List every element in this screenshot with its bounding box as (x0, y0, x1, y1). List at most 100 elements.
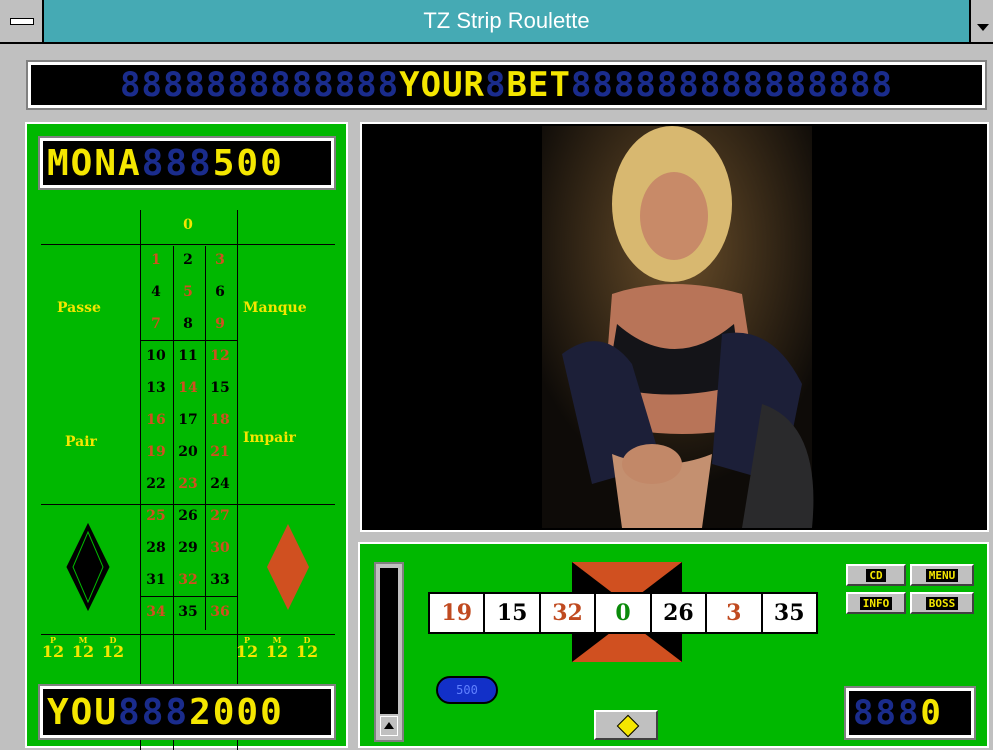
number-cell[interactable]: 22 (140, 468, 172, 500)
wheel-number: 32 (541, 594, 597, 632)
status-display: 8888888888888 YOUR 8 BET 888888888888888 (26, 60, 987, 110)
number-cell[interactable]: 24 (204, 468, 236, 500)
number-cell[interactable]: 15 (204, 372, 236, 404)
number-cell[interactable]: 34 (140, 596, 172, 628)
credit-value: 0 (920, 693, 943, 733)
dozen-label: 12 (235, 642, 259, 661)
impair-label[interactable]: Impair (243, 430, 296, 446)
system-menu-button[interactable] (0, 0, 44, 42)
dozen-bet[interactable]: M 12 (262, 636, 292, 660)
dozen-label: 12 (295, 642, 319, 661)
number-cell[interactable]: 1 (140, 244, 172, 276)
window-title: TZ Strip Roulette (423, 8, 590, 33)
chip-500[interactable]: 500 (436, 676, 498, 704)
zero-cell[interactable]: 0 (140, 210, 236, 240)
status-dim-right: 888888888888888 (570, 65, 893, 105)
opponent-money-display: MONA 888 500 (38, 136, 336, 190)
dozen-label: 12 (71, 642, 95, 661)
number-cell[interactable]: 13 (140, 372, 172, 404)
number-cell[interactable]: 4 (140, 276, 172, 308)
number-cell[interactable]: 36 (204, 596, 236, 628)
boss-button-label: BOSS (925, 597, 959, 610)
dozen-label: 12 (41, 642, 65, 661)
bet-meter-track (380, 568, 398, 714)
number-cell[interactable]: 9 (204, 308, 236, 340)
number-cell[interactable]: 30 (204, 532, 236, 564)
number-cell[interactable]: 14 (172, 372, 204, 404)
dozen-label: 12 (101, 642, 125, 661)
pair-label[interactable]: Pair (65, 434, 97, 450)
number-cell[interactable]: 8 (172, 308, 204, 340)
menu-button-label: MENU (925, 569, 959, 582)
number-cell[interactable]: 12 (204, 340, 236, 372)
wheel-number: 3 (707, 594, 763, 632)
number-cell[interactable]: 28 (140, 532, 172, 564)
bet-meter[interactable] (374, 562, 404, 742)
number-grid: 1 2 3 4 5 6 7 8 9 10 11 12 13 14 15 16 17 18 19 20 21 22 23 24 2… (140, 244, 236, 628)
boss-button[interactable]: BOSS (910, 592, 974, 614)
black-diamond-icon[interactable] (65, 522, 111, 612)
number-cell[interactable]: 2 (172, 244, 204, 276)
opponent-name: MONA (47, 142, 142, 184)
number-cell[interactable]: 16 (140, 404, 172, 436)
number-cell[interactable]: 21 (204, 436, 236, 468)
number-cell[interactable]: 20 (172, 436, 204, 468)
number-cell[interactable]: 7 (140, 308, 172, 340)
number-cell[interactable]: 31 (140, 564, 172, 596)
player-amount: 2000 (189, 691, 284, 733)
player-dim: 888 (118, 691, 190, 733)
number-cell[interactable]: 32 (172, 564, 204, 596)
player-name: YOU (47, 691, 119, 733)
wheel-number: 15 (485, 594, 541, 632)
status-dim-left: 8888888888888 (120, 65, 400, 105)
manque-label[interactable]: Manque (243, 300, 307, 316)
status-text-bet: BET (506, 65, 571, 105)
number-cell[interactable]: 35 (172, 596, 204, 628)
number-cell[interactable]: 18 (204, 404, 236, 436)
spin-button[interactable] (594, 710, 658, 740)
wheel-number: 19 (430, 594, 486, 632)
number-cell[interactable]: 17 (172, 404, 204, 436)
number-cell[interactable]: 33 (204, 564, 236, 596)
dozen-bet[interactable]: D 12 (98, 636, 128, 660)
passe-label[interactable]: Passe (57, 300, 101, 316)
wheel-number-strip: 19 15 32 0 26 3 35 (428, 592, 818, 634)
opponent-amount: 500 (212, 142, 284, 184)
bet-up-arrow-icon[interactable] (380, 716, 398, 736)
info-button-label: INFO (859, 597, 893, 610)
player-money-display: YOU 888 2000 (38, 684, 336, 740)
picture-panel (360, 122, 989, 532)
opponent-dim: 888 (141, 142, 213, 184)
dozen-bet[interactable]: M 12 (68, 636, 98, 660)
number-cell[interactable]: 10 (140, 340, 172, 372)
title-bar: TZ Strip Roulette (0, 0, 993, 44)
model-photo (542, 126, 814, 528)
red-diamond-icon[interactable] (265, 522, 311, 612)
info-button[interactable]: INFO (846, 592, 906, 614)
minimize-button[interactable] (969, 0, 993, 42)
wheel-number: 26 (652, 594, 708, 632)
dozen-bet[interactable]: D 12 (292, 636, 322, 660)
spin-gem-icon (616, 714, 640, 738)
number-cell[interactable]: 26 (172, 500, 204, 532)
number-cell[interactable]: 29 (172, 532, 204, 564)
menu-button[interactable]: MENU (910, 564, 974, 586)
number-cell[interactable]: 25 (140, 500, 172, 532)
credit-dim: 888 (853, 693, 921, 733)
number-cell[interactable]: 11 (172, 340, 204, 372)
dozen-bet[interactable]: P 12 (38, 636, 68, 660)
number-cell[interactable]: 27 (204, 500, 236, 532)
number-cell[interactable]: 3 (204, 244, 236, 276)
grid-line (237, 210, 238, 750)
dozen-label: 12 (265, 642, 289, 661)
number-cell[interactable]: 23 (172, 468, 204, 500)
number-cell[interactable]: 19 (140, 436, 172, 468)
credit-display: 888 0 (844, 686, 976, 740)
number-cell[interactable]: 6 (204, 276, 236, 308)
dozen-bet[interactable]: P 12 (232, 636, 262, 660)
cd-button[interactable]: CD (846, 564, 906, 586)
status-text-your: YOUR (399, 65, 486, 105)
number-cell[interactable]: 5 (172, 276, 204, 308)
wheel-number: 35 (773, 600, 805, 626)
cd-button-label: CD (866, 569, 886, 582)
